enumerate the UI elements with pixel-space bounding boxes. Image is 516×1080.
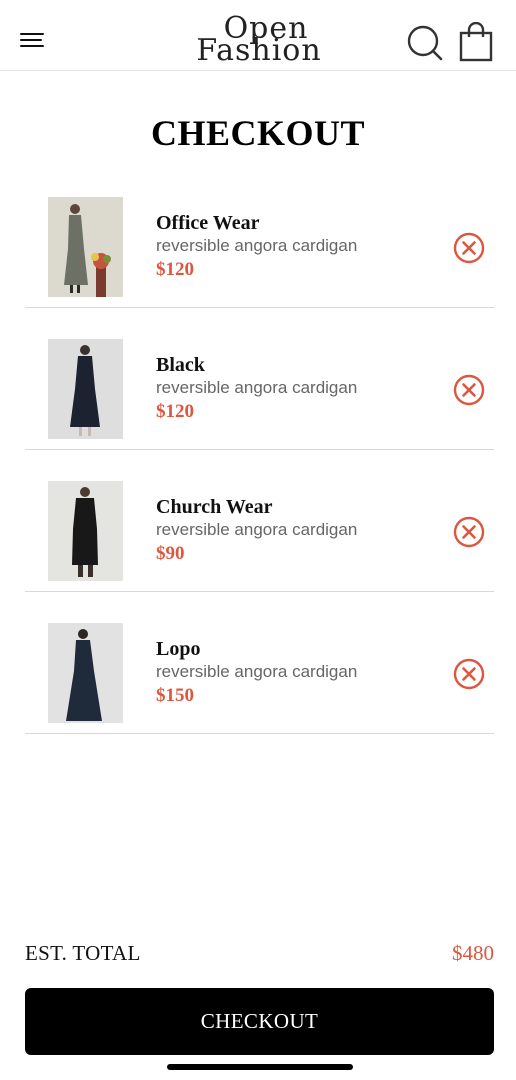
shopping-bag-icon[interactable] — [458, 21, 494, 62]
brand-logo[interactable]: Open Fashion — [194, 14, 324, 70]
cart-item: Church Wear reversible angora cardigan $… — [25, 450, 494, 592]
product-image[interactable] — [48, 339, 123, 439]
item-name[interactable]: Lopo — [156, 638, 200, 661]
item-price: $90 — [156, 543, 185, 564]
cart-item: Office Wear reversible angora cardigan $… — [25, 166, 494, 308]
item-description: reversible angora cardigan — [156, 520, 358, 539]
item-description: reversible angora cardigan — [156, 236, 358, 255]
item-description: reversible angora cardigan — [156, 378, 358, 397]
close-circle-icon[interactable] — [453, 516, 485, 548]
close-circle-icon[interactable] — [453, 232, 485, 264]
search-icon[interactable] — [406, 24, 444, 62]
estimated-total-label: EST. TOTAL — [25, 941, 141, 965]
cart-item: Black reversible angora cardigan $120 — [25, 308, 494, 450]
page-title: CHECKOUT — [150, 113, 366, 153]
product-image[interactable] — [48, 197, 123, 297]
item-description: reversible angora cardigan — [156, 662, 358, 681]
close-circle-icon[interactable] — [453, 374, 485, 406]
item-name[interactable]: Black — [156, 354, 205, 377]
item-price: $150 — [156, 685, 194, 706]
logo-line-2: Fashion — [196, 33, 322, 68]
item-name[interactable]: Office Wear — [156, 212, 259, 235]
close-circle-icon[interactable] — [453, 658, 485, 690]
home-indicator[interactable] — [167, 1064, 353, 1070]
item-price: $120 — [156, 401, 194, 422]
checkout-button[interactable]: CHECKOUT — [25, 988, 494, 1055]
cart-item: Lopo reversible angora cardigan $150 — [25, 592, 494, 734]
app-header: Open Fashion — [0, 0, 516, 71]
hamburger-menu-icon[interactable] — [20, 33, 46, 51]
cart-list: Office Wear reversible angora cardigan $… — [25, 166, 494, 734]
product-image[interactable] — [48, 481, 123, 581]
item-price: $120 — [156, 259, 194, 280]
item-name[interactable]: Church Wear — [156, 496, 273, 519]
product-image[interactable] — [48, 623, 123, 723]
estimated-total-value: $480 — [452, 941, 494, 965]
